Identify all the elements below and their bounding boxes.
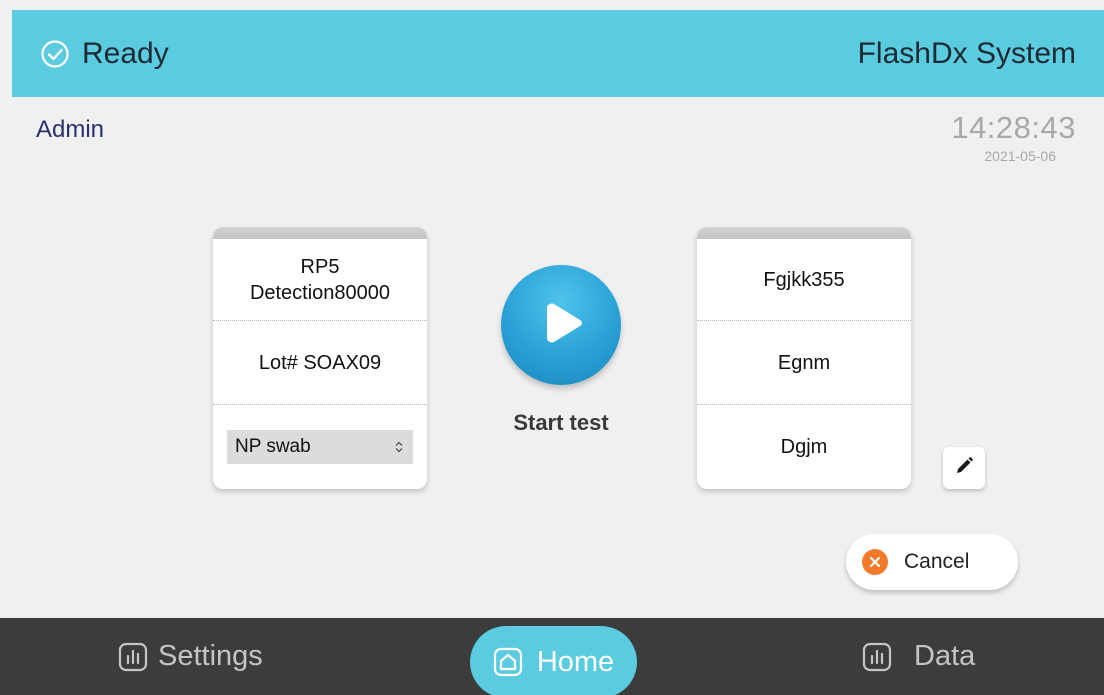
select-arrows-icon bbox=[395, 441, 403, 454]
check-circle-icon bbox=[40, 39, 70, 69]
screen: Ready FlashDx System Admin 14:28:43 2021… bbox=[0, 0, 1104, 695]
clock-date: 2021-05-06 bbox=[984, 148, 1056, 164]
status-text: Ready bbox=[82, 36, 169, 70]
clock-time: 14:28:43 bbox=[951, 110, 1076, 145]
sample-type-select[interactable]: NP swab bbox=[227, 430, 413, 464]
nav-settings[interactable]: Settings bbox=[118, 618, 263, 695]
home-icon bbox=[493, 647, 523, 677]
lot-number: Lot# SOAX09 bbox=[213, 321, 427, 405]
bar-chart-icon bbox=[118, 642, 148, 672]
sample-type-value: NP swab bbox=[235, 436, 311, 457]
close-circle-icon bbox=[862, 549, 888, 575]
sample-type-row: NP swab bbox=[213, 405, 427, 489]
sample-field-2-text: Egnm bbox=[777, 351, 831, 374]
edit-button[interactable] bbox=[943, 447, 985, 489]
system-title: FlashDx System bbox=[857, 36, 1076, 70]
assay-card: RP5 Detection80000 Lot# SOAX09 NP swab bbox=[213, 227, 427, 489]
sample-info-card: Fgjkk355 Egnm Dgjm bbox=[697, 227, 911, 489]
card-top-bar bbox=[213, 227, 427, 239]
bar-chart-icon bbox=[862, 642, 892, 672]
cancel-button[interactable]: Cancel bbox=[846, 534, 1018, 590]
assay-name: RP5 Detection80000 bbox=[213, 239, 427, 321]
nav-home[interactable]: Home bbox=[470, 626, 637, 695]
nav-data-label: Data bbox=[914, 640, 976, 672]
sample-field-3: Dgjm bbox=[697, 405, 911, 489]
status-header: Ready FlashDx System bbox=[12, 10, 1104, 97]
start-test-label: Start test bbox=[513, 410, 609, 435]
start-test-button[interactable] bbox=[501, 265, 621, 385]
bottom-nav: Settings Home Data bbox=[0, 618, 1104, 695]
nav-settings-label: Settings bbox=[158, 640, 263, 672]
play-icon bbox=[531, 293, 591, 358]
card-top-bar bbox=[697, 227, 911, 239]
pencil-icon bbox=[954, 456, 974, 481]
sample-field-3-text: Dgjm bbox=[780, 436, 828, 458]
cancel-label: Cancel bbox=[904, 550, 970, 573]
clock: 14:28:43 2021-05-06 bbox=[951, 110, 1076, 164]
sample-field-2: Egnm bbox=[697, 321, 911, 405]
user-name: Admin bbox=[36, 116, 105, 143]
status-indicator: Ready bbox=[40, 37, 169, 71]
assay-name-text: RP5 Detection80000 bbox=[249, 255, 391, 304]
nav-home-label: Home bbox=[536, 645, 615, 678]
sample-field-1-text: Fgjkk355 bbox=[763, 268, 845, 291]
sample-field-1: Fgjkk355 bbox=[697, 239, 911, 321]
nav-data[interactable]: Data bbox=[862, 618, 975, 695]
lot-number-text: Lot# SOAX09 bbox=[258, 351, 382, 374]
